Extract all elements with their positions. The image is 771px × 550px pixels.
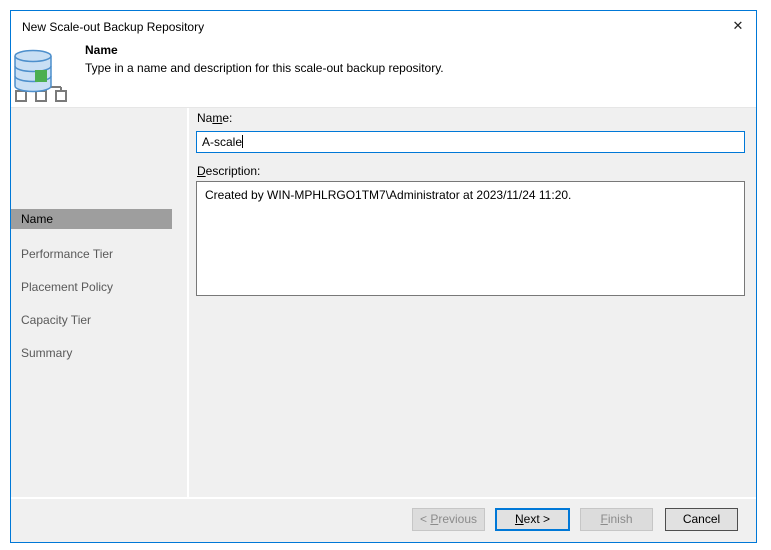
sidebar-item-name[interactable]: Name [11,209,172,229]
step-title: Name [85,43,118,57]
text-caret [242,135,243,148]
titlebar: New Scale-out Backup Repository ✕ [11,11,756,41]
footer-separator [11,497,756,499]
previous-button[interactable]: < Previous [412,508,485,531]
wizard-header: Name Type in a name and description for … [11,41,756,108]
wizard-steps-sidebar: Name Performance Tier Placement Policy C… [11,108,187,542]
finish-button[interactable]: Finish [580,508,653,531]
scale-out-repository-icon [14,49,68,103]
name-input[interactable]: A-scale [196,131,745,153]
sidebar-content-divider [187,108,189,497]
new-scale-out-backup-repository-dialog: New Scale-out Backup Repository ✕ Name T… [10,10,757,543]
sidebar-item-placement-policy[interactable]: Placement Policy [11,277,172,297]
description-label: Description: [197,164,260,178]
window-title: New Scale-out Backup Repository [22,20,204,34]
description-value: Created by WIN-MPHLRGO1TM7\Administrator… [205,188,571,202]
next-button[interactable]: Next > [495,508,570,531]
name-input-value: A-scale [202,135,242,149]
step-description: Type in a name and description for this … [85,61,444,75]
cancel-button[interactable]: Cancel [665,508,738,531]
close-icon[interactable]: ✕ [727,16,749,36]
description-textarea[interactable]: Created by WIN-MPHLRGO1TM7\Administrator… [196,181,745,296]
sidebar-item-performance-tier[interactable]: Performance Tier [11,244,172,264]
sidebar-item-summary[interactable]: Summary [11,343,172,363]
sidebar-item-capacity-tier[interactable]: Capacity Tier [11,310,172,330]
name-label: Name: [197,111,232,125]
